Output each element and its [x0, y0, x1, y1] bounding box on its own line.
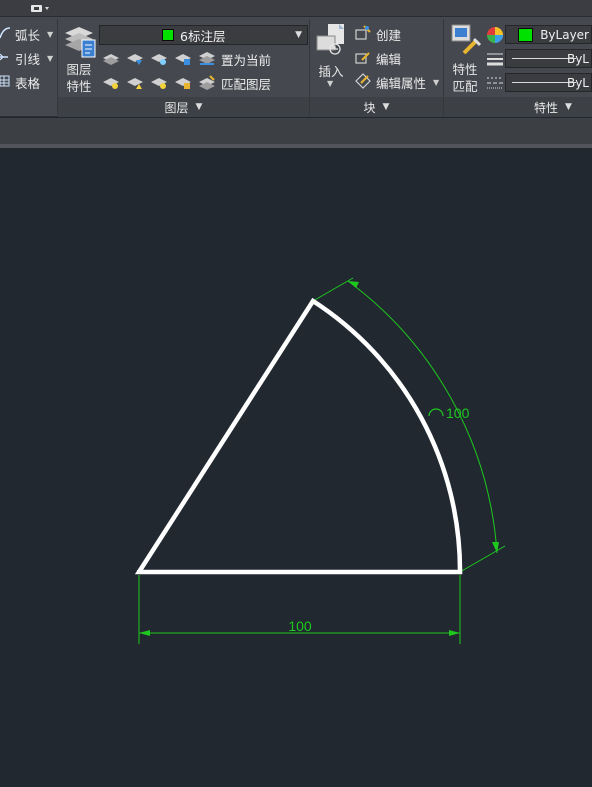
- table-icon: [0, 74, 10, 91]
- arc-dimension-extension-line-top: [312, 277, 354, 302]
- arc-symbol-icon: [428, 408, 444, 417]
- chevron-down-icon: ▼: [195, 102, 203, 112]
- arc-dimension-arrow-top: [348, 281, 359, 288]
- match-properties-icon: [450, 23, 482, 62]
- insert-block-button[interactable]: 插入 ▼: [312, 23, 350, 97]
- layer-thaw-icon[interactable]: [150, 74, 168, 93]
- ribbon: 弧长 ▼ 引线 ▼ 表格 图层 特性 6标注层 ▼ 置为当前 匹配图层 图层 ▼…: [0, 17, 592, 117]
- create-block-label: 创建: [376, 27, 402, 43]
- linetype-icon[interactable]: [487, 75, 503, 94]
- match-layer-button[interactable]: 匹配图层: [198, 72, 271, 94]
- linetype-dropdown[interactable]: ByL: [505, 73, 592, 92]
- workspace-switch-button[interactable]: [30, 3, 50, 14]
- match-layer-label: 匹配图层: [221, 76, 272, 92]
- arc-length-button[interactable]: 弧长 ▼: [0, 23, 53, 45]
- leader-label: 引线: [15, 51, 41, 67]
- arc-dimension-text: 100: [446, 405, 470, 421]
- lineweight-value: ByL: [566, 51, 589, 66]
- arc-length-label: 弧长: [15, 27, 41, 43]
- set-current-icon: [198, 50, 216, 69]
- leader-icon: [0, 50, 10, 67]
- quick-access-toolbar: [0, 0, 592, 17]
- match-properties-label: 特性 匹配: [452, 62, 478, 94]
- block-panel-title: 块: [363, 100, 376, 115]
- linear-dimension-text: 100: [288, 618, 312, 634]
- linetype-value: ByL: [566, 75, 589, 90]
- color-swatch: [518, 28, 533, 42]
- grip-point: [458, 570, 462, 574]
- layer-lock-icon[interactable]: [174, 50, 192, 69]
- block-panel-footer[interactable]: 块 ▼: [310, 97, 443, 117]
- drawing-canvas[interactable]: 100 100: [0, 148, 592, 787]
- layer-on-icon[interactable]: [102, 74, 120, 93]
- current-layer-name: 6标注层: [180, 28, 226, 44]
- chevron-down-icon: ▼: [47, 29, 54, 39]
- table-button[interactable]: 表格: [0, 71, 40, 93]
- arc-dimension-extension-line-bottom: [459, 545, 506, 573]
- grip-point: [137, 570, 141, 574]
- layers-panel-footer[interactable]: 图层 ▼: [58, 97, 309, 117]
- layer-off-icon[interactable]: [102, 50, 120, 69]
- set-current-button[interactable]: 置为当前: [198, 48, 271, 70]
- edit-block-button[interactable]: 编辑: [355, 47, 401, 69]
- layer-color-swatch: [162, 29, 174, 41]
- create-block-icon: [355, 24, 371, 44]
- insert-block-icon: [315, 23, 349, 62]
- arc-length-icon: [0, 26, 11, 43]
- edit-block-icon: [355, 49, 371, 68]
- layer-unlock-all-icon[interactable]: [174, 74, 192, 93]
- drawing-svg: 100 100: [134, 277, 506, 644]
- dimension-arrow-left: [139, 630, 150, 636]
- create-block-button[interactable]: 创建: [355, 23, 401, 45]
- set-current-label: 置为当前: [221, 52, 272, 68]
- chevron-down-icon: ▼: [382, 102, 390, 112]
- lineweight-dropdown[interactable]: ByL: [505, 49, 592, 68]
- dimension-arrow-right: [449, 630, 460, 636]
- layer-unisolate-icon[interactable]: [126, 74, 144, 93]
- match-properties-button[interactable]: 特性 匹配: [446, 23, 484, 97]
- layer-dropdown[interactable]: 6标注层 ▼: [99, 25, 308, 45]
- layers-panel-title: 图层: [164, 100, 189, 115]
- lineweight-icon[interactable]: [487, 51, 503, 70]
- chevron-down-icon: ▼: [47, 53, 54, 63]
- chevron-down-icon: ▼: [327, 79, 334, 88]
- properties-panel-title: 特性: [534, 100, 559, 115]
- color-value: ByLayer: [540, 27, 589, 42]
- leader-button[interactable]: 引线 ▼: [0, 47, 53, 69]
- insert-label: 插入: [318, 64, 344, 79]
- edit-attributes-button[interactable]: 编辑属性 ▼: [355, 71, 439, 93]
- chevron-down-icon: ▼: [565, 102, 572, 112]
- layer-properties-label: 图层 特性: [66, 62, 92, 94]
- table-label: 表格: [15, 75, 41, 91]
- layer-isolate-icon[interactable]: [126, 50, 144, 69]
- chevron-down-icon: ▼: [295, 30, 302, 40]
- layer-properties-button[interactable]: 图层 特性: [60, 23, 98, 97]
- color-dropdown[interactable]: ByLayer: [505, 25, 592, 44]
- color-wheel-icon[interactable]: [486, 26, 504, 47]
- edit-block-label: 编辑: [376, 51, 402, 67]
- properties-panel-footer[interactable]: 特性 ▼: [444, 97, 592, 117]
- layer-freeze-icon[interactable]: [150, 50, 168, 69]
- edit-attributes-label: 编辑属性: [376, 75, 427, 91]
- match-layer-icon: [198, 74, 216, 93]
- file-tab-bar: [0, 118, 592, 144]
- linear-dimension[interactable]: 100: [138, 575, 461, 644]
- layer-properties-icon: [63, 23, 97, 62]
- chevron-down-icon: ▼: [433, 77, 440, 87]
- edit-attributes-icon: [355, 72, 371, 92]
